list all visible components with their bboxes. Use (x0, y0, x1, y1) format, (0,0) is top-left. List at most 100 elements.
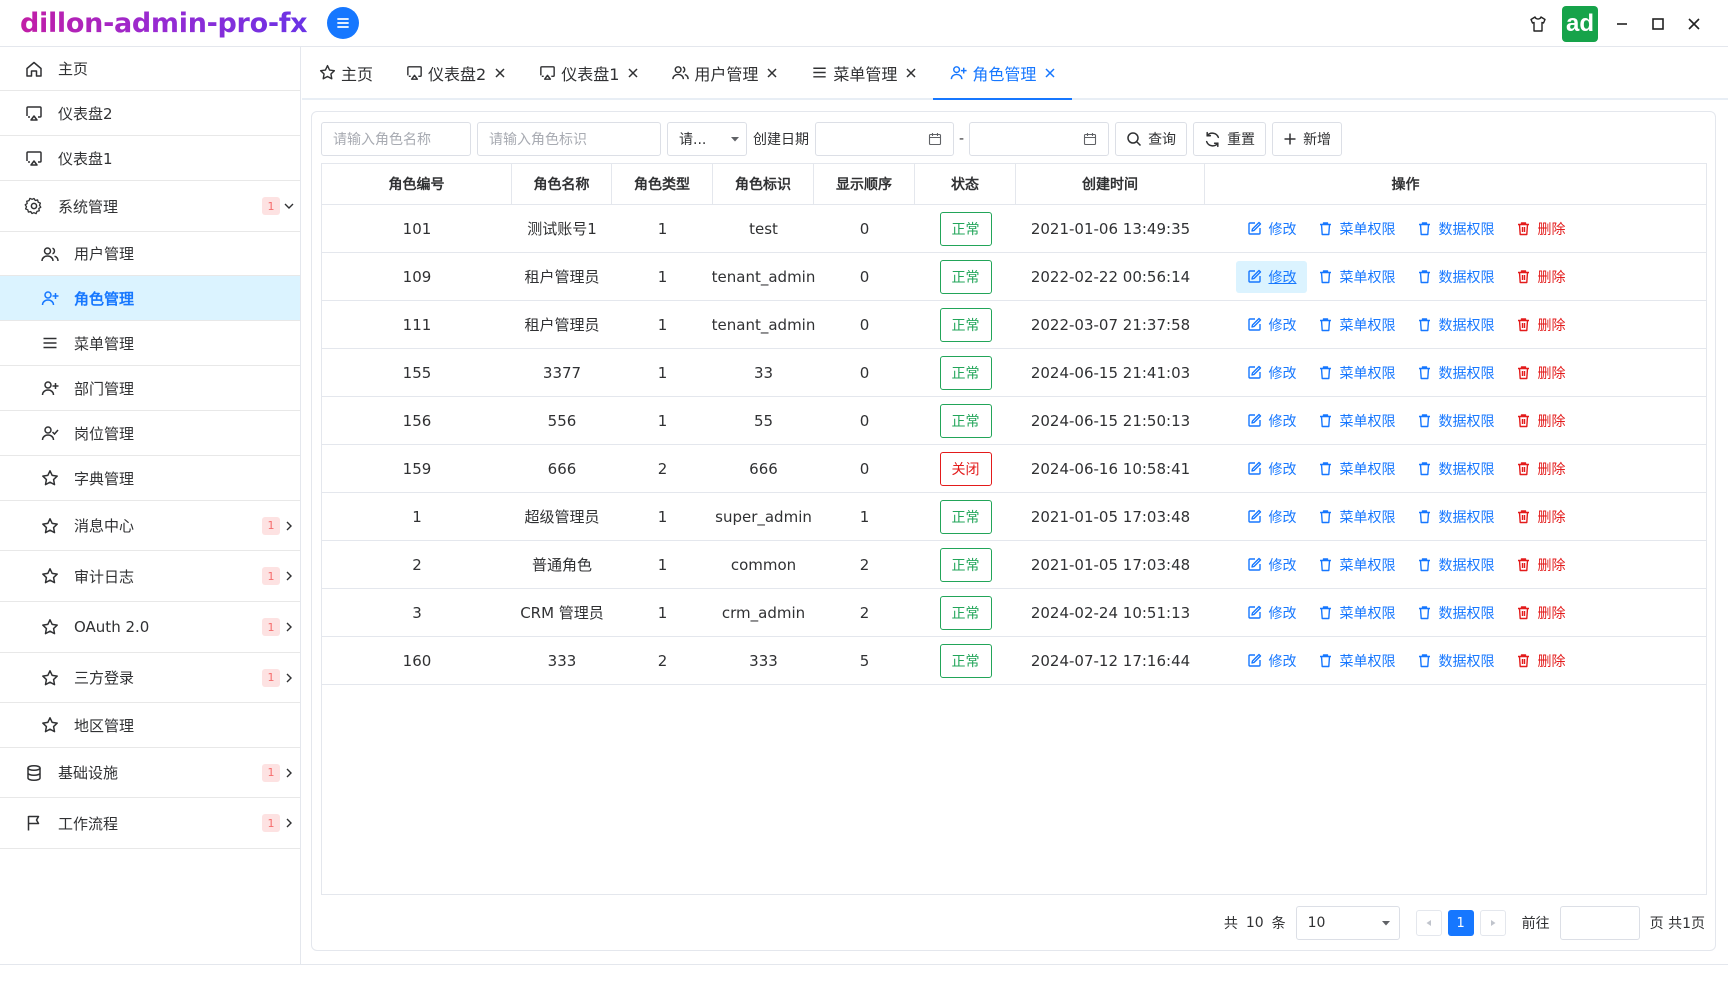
column-header[interactable]: 角色类型 (612, 164, 713, 204)
close-icon[interactable] (494, 67, 506, 79)
delete-button[interactable]: 删除 (1505, 261, 1576, 293)
edit-button[interactable]: 修改 (1236, 405, 1307, 437)
menu_perm-button[interactable]: 菜单权限 (1307, 357, 1406, 389)
menu_perm-button[interactable]: 菜单权限 (1307, 501, 1406, 533)
delete-button[interactable]: 删除 (1505, 501, 1576, 533)
menu_perm-button[interactable]: 菜单权限 (1307, 549, 1406, 581)
start-date-picker[interactable] (815, 122, 954, 156)
column-header[interactable]: 状态 (915, 164, 1016, 204)
column-header[interactable]: 角色编号 (322, 164, 512, 204)
shirt-icon (1530, 16, 1546, 32)
sidebar-item-10[interactable]: 消息中心 1 (0, 501, 300, 551)
menu_perm-button[interactable]: 菜单权限 (1307, 405, 1406, 437)
column-header[interactable]: 创建时间 (1016, 164, 1205, 204)
data_perm-button[interactable]: 数据权限 (1406, 309, 1505, 341)
theme-button[interactable] (1520, 6, 1556, 42)
tab-3[interactable]: 用户管理 (655, 47, 794, 98)
delete-button[interactable]: 删除 (1505, 357, 1576, 389)
end-date-picker[interactable] (969, 122, 1110, 156)
column-header[interactable]: 角色标识 (713, 164, 814, 204)
sidebar-item-15[interactable]: 基础设施 1 (0, 748, 300, 798)
data_perm-button[interactable]: 数据权限 (1406, 597, 1505, 629)
sidebar-item-8[interactable]: 岗位管理 (0, 411, 300, 456)
role-name-input[interactable]: 请输入角色名称 (321, 122, 471, 156)
minimize-button[interactable] (1604, 6, 1640, 42)
edit-button[interactable]: 修改 (1236, 309, 1307, 341)
delete-button[interactable]: 删除 (1505, 309, 1576, 341)
data_perm-button[interactable]: 数据权限 (1406, 453, 1505, 485)
column-header[interactable]: 角色名称 (512, 164, 612, 204)
edit-button[interactable]: 修改 (1236, 501, 1307, 533)
sidebar-item-13[interactable]: 三方登录 1 (0, 653, 300, 703)
close-icon[interactable] (766, 67, 778, 79)
sidebar-item-14[interactable]: 地区管理 (0, 703, 300, 748)
data_perm-button[interactable]: 数据权限 (1406, 501, 1505, 533)
menu_perm-button[interactable]: 菜单权限 (1307, 261, 1406, 293)
table-row: 111 租户管理员 1 tenant_admin 0 正常 2022-03-07 21:37… (322, 301, 1706, 349)
delete-button[interactable]: 删除 (1505, 645, 1576, 677)
sidebar-item-3[interactable]: 系统管理 1 (0, 181, 300, 232)
tab-2[interactable]: 仪表盘1 (522, 47, 655, 98)
sidebar-item-11[interactable]: 审计日志 1 (0, 551, 300, 602)
page-number-button[interactable]: 1 (1447, 910, 1474, 936)
page-size-select[interactable]: 10 (1295, 906, 1400, 940)
close-icon[interactable] (627, 67, 639, 79)
sidebar-item-5[interactable]: 角色管理 (0, 276, 300, 321)
edit-button[interactable]: 修改 (1236, 597, 1307, 629)
edit-button[interactable]: 修改 (1236, 645, 1307, 677)
delete-button[interactable]: 删除 (1505, 213, 1576, 245)
delete-button[interactable]: 删除 (1505, 453, 1576, 485)
column-header[interactable]: 显示顺序 (814, 164, 915, 204)
tab-4[interactable]: 菜单管理 (794, 47, 933, 98)
close-icon[interactable] (1044, 67, 1056, 79)
next-page-button[interactable] (1479, 910, 1506, 936)
query-button[interactable]: 查询 (1115, 122, 1188, 156)
data_perm-button[interactable]: 数据权限 (1406, 645, 1505, 677)
sidebar-item-6[interactable]: 菜单管理 (0, 321, 300, 366)
menu_perm-button[interactable]: 菜单权限 (1307, 597, 1406, 629)
column-header[interactable]: 操作 (1205, 164, 1606, 204)
delete-button[interactable]: 删除 (1505, 597, 1576, 629)
tab-0[interactable]: 主页 (302, 47, 389, 98)
sidebar-item-1[interactable]: 仪表盘2 (0, 91, 300, 136)
data_perm-button[interactable]: 数据权限 (1406, 549, 1505, 581)
menu_perm-button[interactable]: 菜单权限 (1307, 453, 1406, 485)
menu_perm-button[interactable]: 菜单权限 (1307, 213, 1406, 245)
prev-page-button[interactable] (1415, 910, 1442, 936)
sidebar-item-4[interactable]: 用户管理 (0, 232, 300, 276)
data_perm-button[interactable]: 数据权限 (1406, 357, 1505, 389)
sidebar-item-12[interactable]: OAuth 2.0 1 (0, 602, 300, 653)
sidebar-item-2[interactable]: 仪表盘1 (0, 136, 300, 181)
data_perm-button[interactable]: 数据权限 (1406, 213, 1505, 245)
edit-button[interactable]: 修改 (1235, 260, 1307, 293)
tab-1[interactable]: 仪表盘2 (389, 47, 522, 98)
edit-button[interactable]: 修改 (1236, 549, 1307, 581)
sidebar-item-7[interactable]: 部门管理 (0, 366, 300, 411)
avatar[interactable]: ad (1562, 6, 1598, 42)
goto-page-input[interactable] (1559, 906, 1640, 940)
data_perm-button[interactable]: 数据权限 (1406, 405, 1505, 437)
menu_perm-button[interactable]: 菜单权限 (1307, 645, 1406, 677)
close-icon[interactable] (905, 67, 917, 79)
sidebar-item-0[interactable]: 主页 (0, 47, 300, 91)
sidebar-item-9[interactable]: 字典管理 (0, 456, 300, 501)
role-key-input[interactable]: 请输入角色标识 (477, 122, 661, 156)
delete-button[interactable]: 删除 (1505, 549, 1576, 581)
menu_perm-button[interactable]: 菜单权限 (1307, 309, 1406, 341)
edit-button[interactable]: 修改 (1236, 213, 1307, 245)
edit-button[interactable]: 修改 (1236, 357, 1307, 389)
delete-button[interactable]: 删除 (1505, 405, 1576, 437)
reset-button[interactable]: 重置 (1193, 122, 1267, 156)
maximize-button[interactable] (1640, 6, 1676, 42)
tab-5[interactable]: 角色管理 (933, 47, 1073, 100)
menu-toggle-button[interactable] (327, 7, 360, 39)
sidebar-item-16[interactable]: 工作流程 1 (0, 798, 300, 849)
table-cell: common (730, 555, 797, 574)
status-select[interactable]: 请... (667, 122, 747, 156)
edit-button[interactable]: 修改 (1236, 453, 1307, 485)
sidebar-item-label: 基础设施 (58, 764, 119, 782)
close-button[interactable] (1676, 6, 1712, 42)
data_perm-button[interactable]: 数据权限 (1406, 261, 1505, 293)
add-button[interactable]: 新增 (1272, 122, 1343, 156)
status-badge: 正常 (939, 499, 992, 534)
